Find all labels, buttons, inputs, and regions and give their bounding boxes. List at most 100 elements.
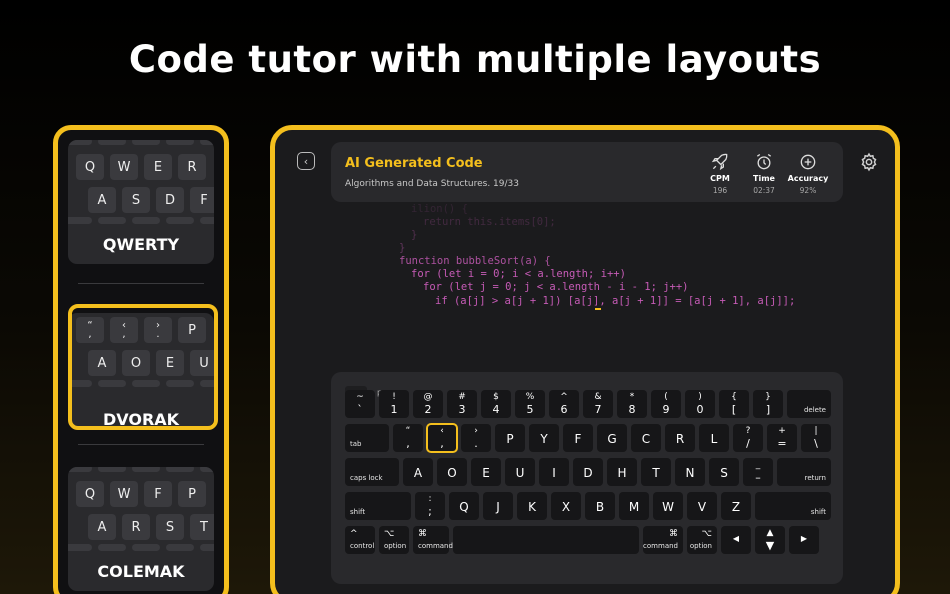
tab-key[interactable]: tab — [345, 424, 389, 452]
layout-card-qwerty[interactable]: Q W E R A S D F QWERTY — [68, 140, 214, 264]
shift-key[interactable]: shift — [345, 492, 411, 520]
key[interactable]: #3 — [447, 390, 477, 418]
key-b[interactable]: B — [585, 492, 615, 520]
key[interactable]: ? / — [733, 424, 763, 452]
key-s[interactable]: S — [709, 458, 739, 486]
key-char: 0 — [696, 403, 704, 416]
practice-panel: ‹ AI Generated Code Algorithms and Data … — [270, 125, 900, 594]
key-r[interactable]: R — [665, 424, 695, 452]
key-symbol: ⌘ — [418, 529, 427, 539]
code-line: for (let j = 0; j < a.length - i - 1; j+… — [423, 281, 689, 293]
key-command[interactable]: ⌘ command — [413, 526, 453, 554]
lesson-title: AI Generated Code — [345, 156, 483, 171]
layout-card-colemak[interactable]: Q W F P A R S T COLEMAK — [68, 467, 214, 591]
key[interactable]: | \ — [801, 424, 831, 452]
key-t[interactable]: T — [641, 458, 671, 486]
key-symbol: ^ — [350, 529, 358, 539]
key-q[interactable]: Q — [449, 492, 479, 520]
key-▶[interactable]: ▶ — [789, 526, 819, 554]
return-key[interactable]: return — [777, 458, 831, 486]
mini-key: F — [144, 481, 172, 507]
key[interactable]: ›. — [461, 424, 491, 452]
key-u[interactable]: U — [505, 458, 535, 486]
key-char: H — [617, 466, 627, 480]
delete-key[interactable]: delete — [787, 390, 831, 418]
key[interactable]: % 5 — [515, 390, 545, 418]
key[interactable]: (9 — [651, 390, 681, 418]
key-char: [ — [731, 403, 737, 416]
mini-key — [132, 140, 160, 145]
key-char: I — [552, 466, 556, 480]
key-z[interactable]: Z — [721, 492, 751, 520]
key[interactable]: ~ ` — [345, 390, 375, 418]
lesson-subtitle: Algorithms and Data Structures. 19/33 — [345, 179, 519, 189]
key-option[interactable]: ⌥ option — [379, 526, 409, 554]
code-line: return this.items[0]; — [423, 216, 556, 228]
key-char: C — [641, 432, 651, 446]
shift-key[interactable]: shift — [755, 492, 831, 520]
mini-key — [98, 544, 126, 551]
key-char: U — [515, 466, 525, 480]
key[interactable]: & 7 — [583, 390, 613, 418]
key-label: command — [418, 542, 453, 550]
key[interactable]: @2 — [413, 390, 443, 418]
key-g[interactable]: G — [597, 424, 627, 452]
key-l[interactable]: L — [699, 424, 729, 452]
divider — [78, 444, 204, 445]
key[interactable]: _ – — [743, 458, 773, 486]
key-control[interactable]: ^ control — [345, 526, 375, 554]
mini-key — [68, 140, 92, 145]
key[interactable]: $4 — [481, 390, 511, 418]
key-char: N — [685, 466, 695, 480]
key-command[interactable]: ⌘ command — [643, 526, 683, 554]
key-m[interactable]: M — [619, 492, 649, 520]
key-n[interactable]: N — [675, 458, 705, 486]
key-◀[interactable]: ◀ — [721, 526, 751, 554]
mini-key: R — [178, 154, 206, 180]
key-p[interactable]: P — [495, 424, 525, 452]
mini-key: W — [110, 481, 138, 507]
mini-key — [166, 140, 194, 145]
key-shift-char: * — [629, 392, 635, 402]
key-x[interactable]: X — [551, 492, 581, 520]
key[interactable]: ^ 6 — [549, 390, 579, 418]
layout-name: QWERTY — [102, 235, 180, 254]
code-line: } — [411, 229, 418, 241]
key-option[interactable]: ⌥ option — [687, 526, 717, 554]
key[interactable]: ! 1 — [379, 390, 409, 418]
key-i[interactable]: I — [539, 458, 569, 486]
key-char: R — [675, 432, 685, 446]
key[interactable]: + = — [767, 424, 797, 452]
mini-key — [132, 217, 160, 224]
key[interactable]: ▲ ▼ — [755, 526, 785, 554]
key-c[interactable]: C — [631, 424, 661, 452]
key[interactable]: :; — [415, 492, 445, 520]
key-a[interactable]: A — [403, 458, 433, 486]
caps-lock-key[interactable]: caps lock — [345, 458, 399, 486]
key-y[interactable]: Y — [529, 424, 559, 452]
key-k[interactable]: K — [517, 492, 547, 520]
key[interactable]: {[ — [719, 390, 749, 418]
key[interactable]: }] — [753, 390, 783, 418]
key-w[interactable]: W — [653, 492, 683, 520]
key-o[interactable]: O — [437, 458, 467, 486]
key-f[interactable]: F — [563, 424, 593, 452]
key-shift-char: { — [731, 392, 737, 402]
key-h[interactable]: H — [607, 458, 637, 486]
key[interactable]: “, — [393, 424, 423, 452]
key-char: 9 — [662, 403, 670, 416]
text-cursor — [595, 308, 601, 310]
key-d[interactable]: D — [573, 458, 603, 486]
key[interactable]: * 8 — [617, 390, 647, 418]
key-shift-char: › — [474, 426, 478, 436]
key-e[interactable]: E — [471, 458, 501, 486]
mini-key: W — [110, 154, 138, 180]
gear-icon[interactable] — [859, 152, 879, 172]
key[interactable]: ) 0 — [685, 390, 715, 418]
key[interactable]: ‹, — [426, 423, 458, 453]
key-j[interactable]: J — [483, 492, 513, 520]
back-button[interactable]: ‹ — [297, 152, 315, 170]
key-v[interactable]: V — [687, 492, 717, 520]
space-bar[interactable] — [453, 526, 639, 554]
key-shift-char: ▲ — [766, 528, 774, 538]
